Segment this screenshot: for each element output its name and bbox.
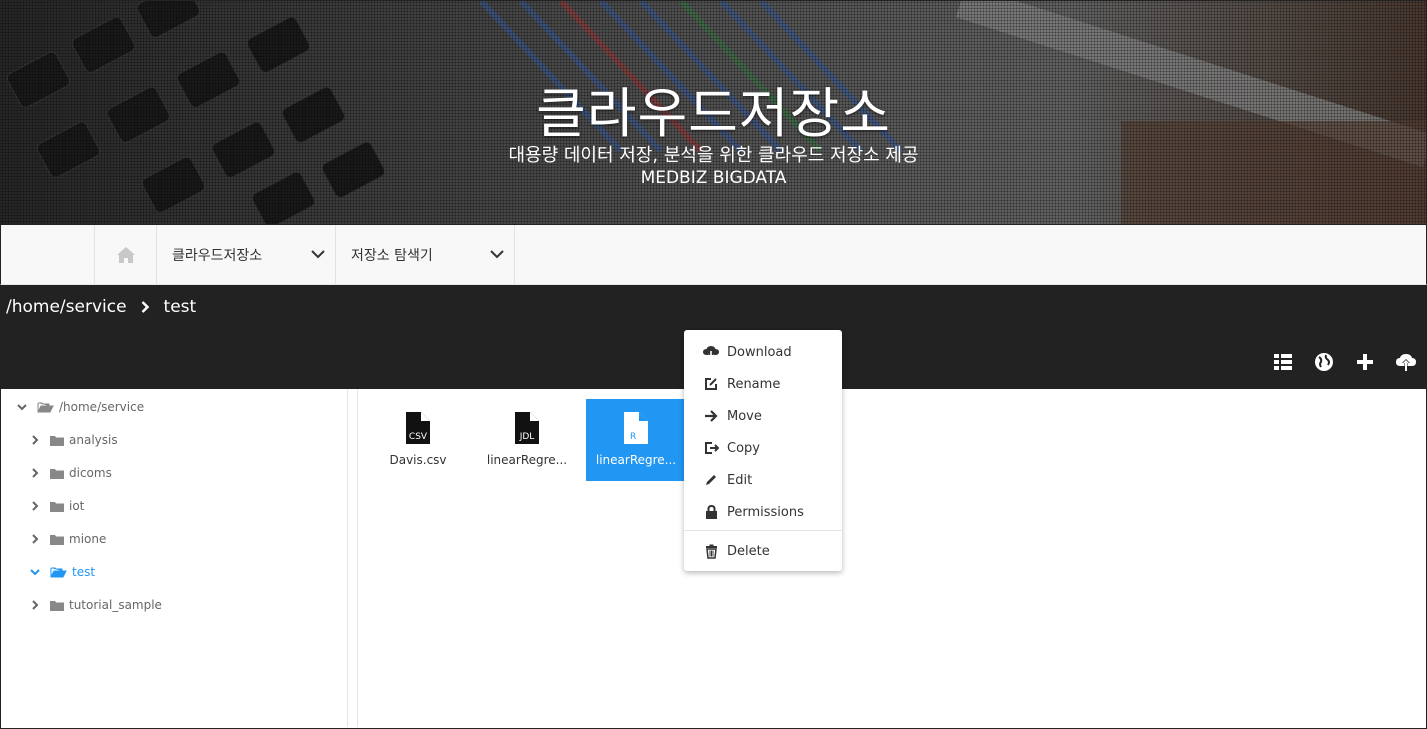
folder-icon (50, 435, 64, 446)
breadcrumb-current[interactable]: test (164, 297, 197, 317)
menu-item-delete[interactable]: Delete (684, 537, 842, 565)
file-name: linearRegre... (595, 453, 677, 467)
menu-item-label: Copy (727, 440, 760, 456)
chevron-down-icon (15, 403, 29, 411)
nav-dropdown-storage-explorer-label: 저장소 탐색기 (351, 247, 433, 264)
chevron-right-icon (28, 600, 42, 610)
nav-dropdown-cloud-storage[interactable]: 클라우드저장소 (157, 225, 336, 284)
jdl-file-icon: JDL (515, 412, 539, 444)
cloud-download-icon (703, 345, 719, 359)
file-item-selected[interactable]: R linearRegre... (586, 399, 686, 481)
cloud-upload-icon[interactable] (1395, 351, 1417, 373)
folder-tree: /home/service analysis dicoms iot mione … (1, 389, 348, 727)
plus-icon[interactable] (1354, 351, 1376, 373)
folder-icon (50, 600, 64, 611)
breadcrumb: /home/service test (6, 297, 196, 317)
menu-item-label: Move (727, 408, 762, 424)
navbar: 클라우드저장소 저장소 탐색기 (0, 225, 1427, 285)
tree-item-test[interactable]: test (28, 561, 95, 583)
menu-item-edit[interactable]: Edit (684, 466, 842, 494)
tree-item-label: dicoms (69, 466, 112, 480)
chevron-right-icon (28, 468, 42, 478)
file-item[interactable]: JDL linearRegre... (477, 399, 577, 481)
chevron-right-icon (141, 301, 150, 313)
csv-file-icon: CSV (406, 412, 430, 444)
toolbar-actions (1272, 351, 1417, 373)
pencil-icon (703, 473, 719, 487)
splitter[interactable] (357, 389, 358, 727)
menu-item-download[interactable]: Download (684, 338, 842, 366)
nav-home-button[interactable] (94, 225, 157, 284)
hero-banner: 클라우드저장소 대용량 데이터 저장, 분석을 위한 클라우드 저장소 제공 M… (0, 0, 1427, 225)
tree-root[interactable]: /home/service (15, 396, 144, 418)
folder-icon (50, 501, 64, 512)
tree-item-mione[interactable]: mione (28, 528, 106, 550)
breadcrumb-root[interactable]: /home/service (6, 297, 127, 317)
file-badge: CSV (409, 432, 428, 442)
chevron-right-icon (28, 534, 42, 544)
chevron-down-icon (28, 568, 42, 576)
lock-icon (703, 504, 719, 520)
menu-item-label: Edit (727, 472, 753, 488)
menu-item-rename[interactable]: Rename (684, 370, 842, 398)
chevron-right-icon (28, 501, 42, 511)
file-badge: R (630, 432, 636, 442)
nav-dropdown-cloud-storage-label: 클라우드저장소 (172, 247, 263, 264)
menu-item-copy[interactable]: Copy (684, 434, 842, 462)
menu-item-move[interactable]: Move (684, 402, 842, 430)
tree-item-tutorial-sample[interactable]: tutorial_sample (28, 594, 162, 616)
tree-item-dicoms[interactable]: dicoms (28, 462, 112, 484)
folder-icon (50, 468, 64, 479)
hero-title: 클라우드저장소 (536, 82, 891, 145)
menu-item-label: Permissions (727, 504, 804, 520)
chevron-down-icon (311, 250, 325, 259)
folder-icon (50, 534, 64, 545)
copy-icon (703, 441, 719, 455)
tree-item-analysis[interactable]: analysis (28, 429, 118, 451)
arrow-right-icon (703, 410, 719, 422)
globe-icon[interactable] (1313, 351, 1335, 373)
file-badge: JDL (519, 432, 535, 442)
list-view-icon[interactable] (1272, 351, 1294, 373)
hero-subtitle: 대용량 데이터 저장, 분석을 위한 클라우드 저장소 제공 (508, 145, 919, 166)
menu-divider (684, 530, 842, 531)
edit-square-icon (703, 377, 719, 391)
tree-item-label: tutorial_sample (69, 598, 162, 612)
file-item[interactable]: CSV Davis.csv (368, 399, 468, 481)
menu-item-permissions[interactable]: Permissions (684, 498, 842, 526)
tree-item-label: test (72, 565, 96, 579)
file-name: linearRegre... (486, 453, 568, 467)
context-menu: Download Rename Move Copy Edit Permissio… (684, 330, 842, 571)
chevron-down-icon (490, 250, 504, 259)
folder-open-icon (50, 566, 67, 578)
menu-item-label: Delete (727, 543, 770, 559)
menu-item-label: Download (727, 344, 792, 360)
tree-root-label: /home/service (59, 400, 145, 414)
tree-item-label: mione (69, 532, 107, 546)
folder-open-icon (37, 401, 54, 413)
tree-item-iot[interactable]: iot (28, 495, 84, 517)
trash-icon (703, 544, 719, 559)
tree-item-label: iot (69, 499, 85, 513)
chevron-right-icon (28, 435, 42, 445)
tree-item-label: analysis (69, 433, 118, 447)
home-icon (116, 246, 135, 263)
r-file-icon: R (624, 412, 648, 444)
nav-dropdown-storage-explorer[interactable]: 저장소 탐색기 (336, 225, 515, 284)
file-name: Davis.csv (389, 453, 447, 467)
menu-item-label: Rename (727, 376, 781, 392)
hero-brand: MEDBIZ BIGDATA (640, 168, 787, 188)
